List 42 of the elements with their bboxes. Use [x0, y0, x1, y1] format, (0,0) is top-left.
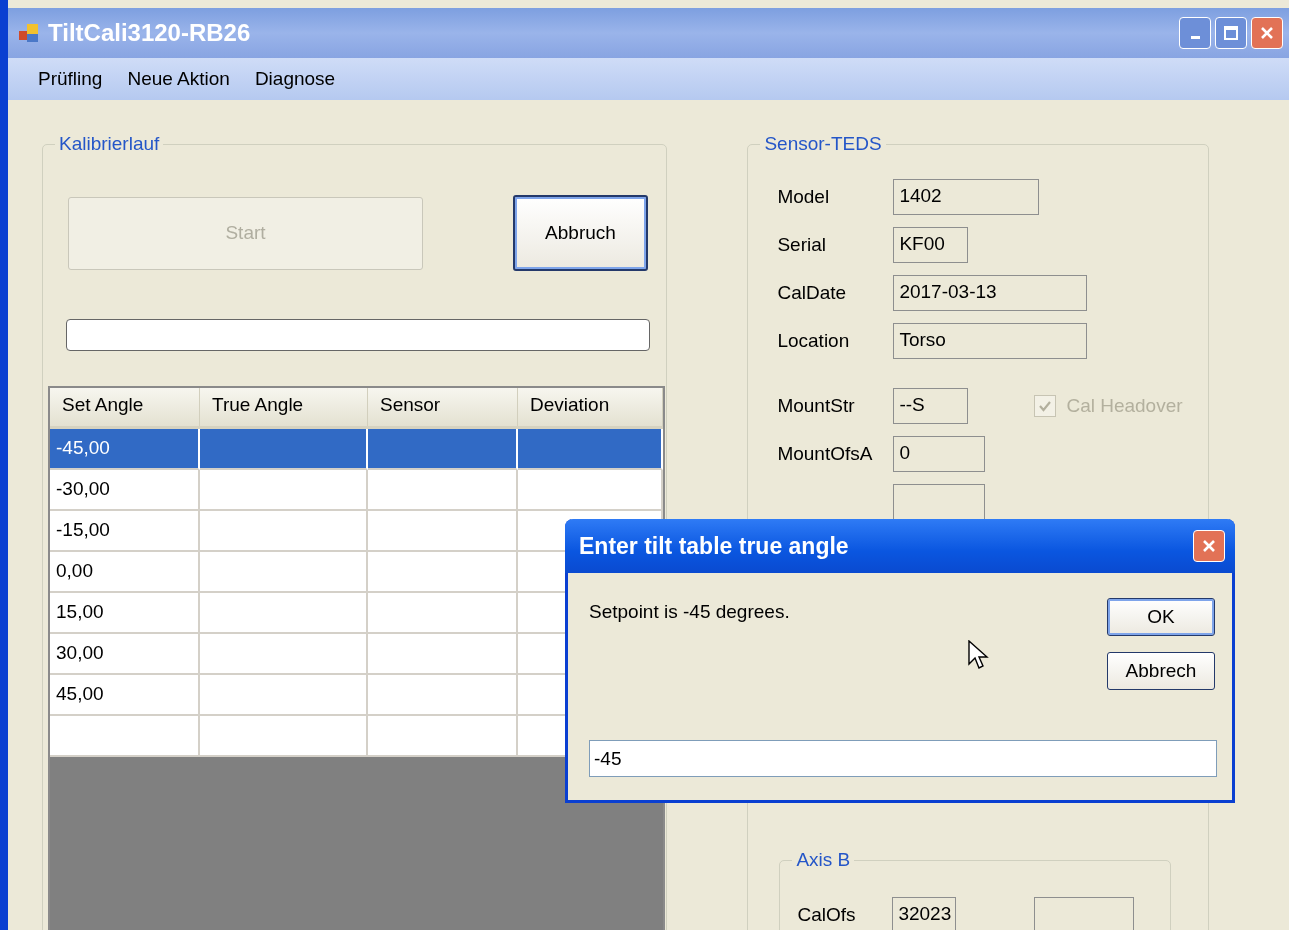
mouse-pointer-icon: [968, 640, 990, 672]
text-field[interactable]: [1034, 897, 1135, 930]
close-icon: [1259, 25, 1275, 41]
menu-item[interactable]: Diagnose: [246, 68, 353, 90]
text-field[interactable]: Torso: [893, 323, 1088, 359]
maximize-button[interactable]: [1215, 17, 1247, 49]
column-header[interactable]: Deviation: [518, 388, 663, 426]
close-button[interactable]: [1251, 17, 1283, 49]
window-title: TiltCali3120-RB26: [48, 19, 251, 47]
close-icon: [1201, 538, 1217, 554]
field-label: Location: [777, 330, 851, 352]
minimize-button[interactable]: [1179, 17, 1211, 49]
cancel-button[interactable]: Abbrech: [1107, 652, 1215, 690]
app-icon: [18, 22, 40, 44]
field-label: CalOfs: [797, 904, 857, 926]
menu-item[interactable]: Neue Aktion: [119, 68, 247, 90]
menu-item[interactable]: Prüfling: [30, 68, 120, 90]
field-label: MountStr: [777, 395, 856, 417]
text-field[interactable]: 0: [893, 436, 986, 472]
ok-button[interactable]: OK: [1107, 598, 1215, 636]
checkbox-label: Cal Headover: [1066, 395, 1183, 417]
input-field[interactable]: -45: [589, 740, 1217, 777]
column-header[interactable]: True Angle: [200, 388, 368, 426]
text-field[interactable]: [893, 484, 986, 520]
checkmark-icon: [1038, 399, 1053, 413]
field-label: Serial: [777, 234, 827, 256]
text-field[interactable]: KF00: [893, 227, 969, 263]
column-header[interactable]: Set Angle: [50, 388, 200, 426]
text-field[interactable]: --S: [893, 388, 969, 424]
maximize-icon: [1223, 25, 1239, 41]
text-field[interactable]: 1402: [893, 179, 1040, 215]
close-button[interactable]: [1193, 530, 1225, 562]
text-field[interactable]: 2017-03-13: [893, 275, 1088, 311]
field-label: CalDate: [777, 282, 848, 304]
dialog-message: Setpoint is -45 degrees.: [589, 601, 790, 624]
column-header[interactable]: Sensor: [368, 388, 518, 426]
text-field[interactable]: 32023: [892, 897, 957, 930]
minimize-icon: [1190, 36, 1200, 39]
dialog-title: Enter tilt table true angle: [579, 532, 849, 560]
field-label: Model: [777, 186, 831, 208]
field-label: MountOfsA: [777, 443, 874, 465]
cancel-button[interactable]: Abbruch: [513, 195, 648, 271]
